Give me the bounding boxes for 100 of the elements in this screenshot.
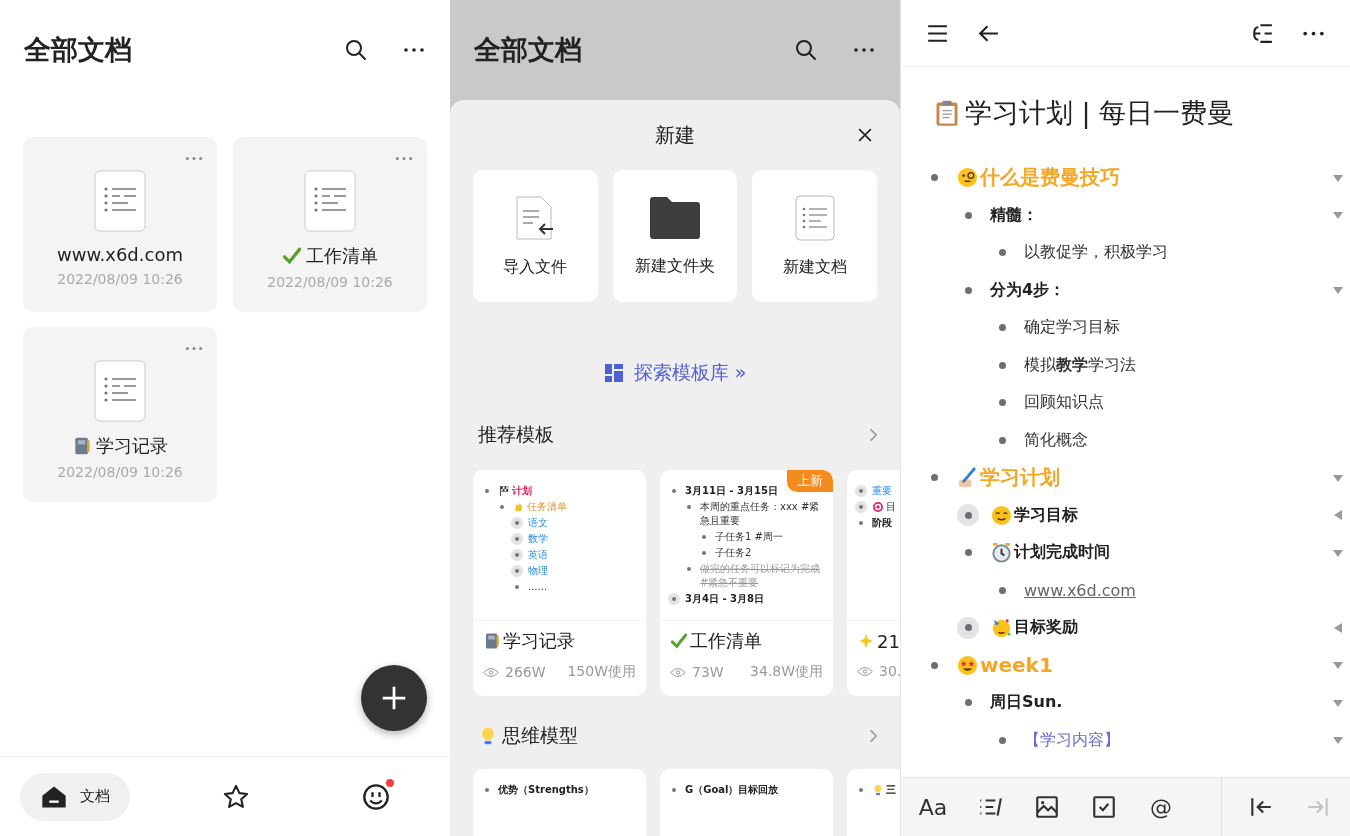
template-card[interactable]: 优势（Strengths） [473,769,646,836]
page-title: 全部文档 [24,33,133,67]
document-icon [794,194,835,241]
eye-icon [483,666,499,678]
nav-tab[interactable]: 文档 [20,772,130,821]
smiley-icon [990,503,1013,527]
preview-text: 做完的任务可以标记为完成 #紧急不重要 [700,562,821,590]
template-card[interactable]: 三 [847,769,900,836]
preview-text: 目 [886,500,896,514]
outline-item: 模拟教学学习法 [1024,354,1136,376]
document-date: 2022/08/09 10:26 [57,271,183,287]
new-option-button[interactable]: 新建文件夹 [612,170,738,302]
use-count: 34.8W使用 [750,663,823,681]
preview-text: 重要 [872,484,892,498]
preview-text: 数学 [528,532,548,546]
document-icon [94,170,146,232]
folder-icon [649,195,701,240]
checkbox-icon [1091,794,1117,820]
preview-text: 计划 [512,484,532,498]
eye-icon [670,666,686,678]
view-count: 73W [692,664,724,680]
sparkle-icon [857,632,875,650]
preview-text: 英语 [528,548,548,562]
document-title: 工作清单 [306,244,378,268]
new-badge: 上新 [787,470,833,492]
outline-item: 简化概念 [1024,429,1088,451]
clapping-hands-icon [513,501,525,513]
preview-text: 本周的重点任务：xxx #紧急且重要 [700,500,821,528]
preview-text: 3月11日 - 3月15日 [685,484,778,498]
preview-text: 物理 [528,564,548,578]
new-option-button[interactable]: 导入文件 [473,170,598,302]
document-title: 学习记录 [96,434,168,458]
outline-item: 周日Sun. [990,692,1063,714]
alarm-clock-icon [990,541,1013,565]
new-option-button[interactable]: 新建文档 [752,170,877,302]
checkered-flag-icon [498,485,510,497]
bullet[interactable] [957,504,979,527]
preview-text: 优势（Strengths） [498,783,594,797]
lightbulb-icon [872,784,884,796]
document-icon [304,170,356,232]
outline-item: 以教促学，积极学习 [1024,242,1168,264]
document-title: www.x6d.com [57,244,183,265]
preview-text: 子任务1 #周一 [715,530,783,544]
document-icon [94,360,146,422]
bullet[interactable] [957,616,979,639]
search-icon[interactable] [344,38,368,62]
outline-item: 回顾知识点 [1024,392,1104,414]
use-count: 150W使用 [567,663,636,681]
check-mark-icon [282,246,302,266]
section-title: 推荐模板 [478,422,554,447]
preview-text: 三 [886,783,896,797]
star-icon [222,782,250,811]
preview-text: ...... [528,580,548,594]
outline-item: 学习目标 [1014,504,1078,526]
notebook-icon [483,632,501,650]
format-button[interactable]: Aa [915,789,951,825]
document-card[interactable]: 学习记录 2022/08/09 10:26 [23,327,217,502]
document-date: 2022/08/09 10:26 [267,274,393,290]
outline-item: www.x6d.com [1024,580,1136,600]
template-card[interactable]: 计划 任务清单 语文 数学 英语 物理 ...... 学习记录 266W 150W使用 [473,470,646,696]
preview-text: 子任务2 [715,546,752,560]
template-title: 21 [877,630,900,652]
view-count: 30. [879,663,900,679]
document-date: 2022/08/09 10:26 [57,464,183,480]
outline-item: 目标奖励 [1014,617,1078,639]
template-card[interactable]: 3月11日 - 3月15日 本周的重点任务：xxx #紧急且重要 子任务1 #周一 子任务2 做完的任务可以标记为完成 #紧急不重要 3月4日 - 3月8日 上新 工作清单 73W 34.8W使用 [660,470,833,696]
template-card[interactable]: G（Goal）目标回放 [660,769,833,836]
format-button[interactable]: @ [1143,789,1179,825]
outline-item: 精髓： [990,204,1038,226]
document-card[interactable]: 工作清单 2022/08/09 10:26 [233,137,427,312]
page-title: 全部文档 [474,33,583,67]
grid-icon [603,363,624,383]
search-icon[interactable] [794,38,818,62]
sheet-title: 新建 [655,121,695,149]
template-title: 工作清单 [690,629,762,653]
template-card[interactable]: 重要 目 阶段 21 30. [847,470,900,696]
import-file-icon [515,194,556,241]
document-card[interactable]: www.x6d.com 2022/08/09 10:26 [23,137,217,312]
check-mark-icon [670,632,688,650]
document-title: 学习计划 | 每日一费曼 [965,96,1235,131]
star-eyed-face-icon [956,653,979,677]
smiley-icon [362,782,390,811]
view-count: 266W [505,664,546,680]
hand-with-pencil-icon [956,466,979,490]
outline-item: 什么是费曼技巧 [980,164,1120,192]
section-title: 思维模型 [502,723,578,748]
template-title: 学习记录 [503,629,575,653]
face-with-monocle-icon [956,166,979,190]
add-button[interactable] [361,665,427,731]
image-icon [1034,794,1060,820]
outline-item: 【学习内容】 [1024,729,1120,751]
preview-text: G（Goal）目标回放 [685,783,779,797]
eye-icon [857,665,873,677]
party-face-icon [990,616,1013,640]
outline-item: 学习计划 [980,464,1060,492]
explore-templates-link[interactable]: 探索模板库 » [603,360,747,386]
preview-text: 语文 [528,516,548,530]
preview-text: 3月4日 - 3月8日 [685,592,764,606]
preview-text: 任务清单 [527,500,567,514]
preview-text: 阶段 [872,516,892,530]
